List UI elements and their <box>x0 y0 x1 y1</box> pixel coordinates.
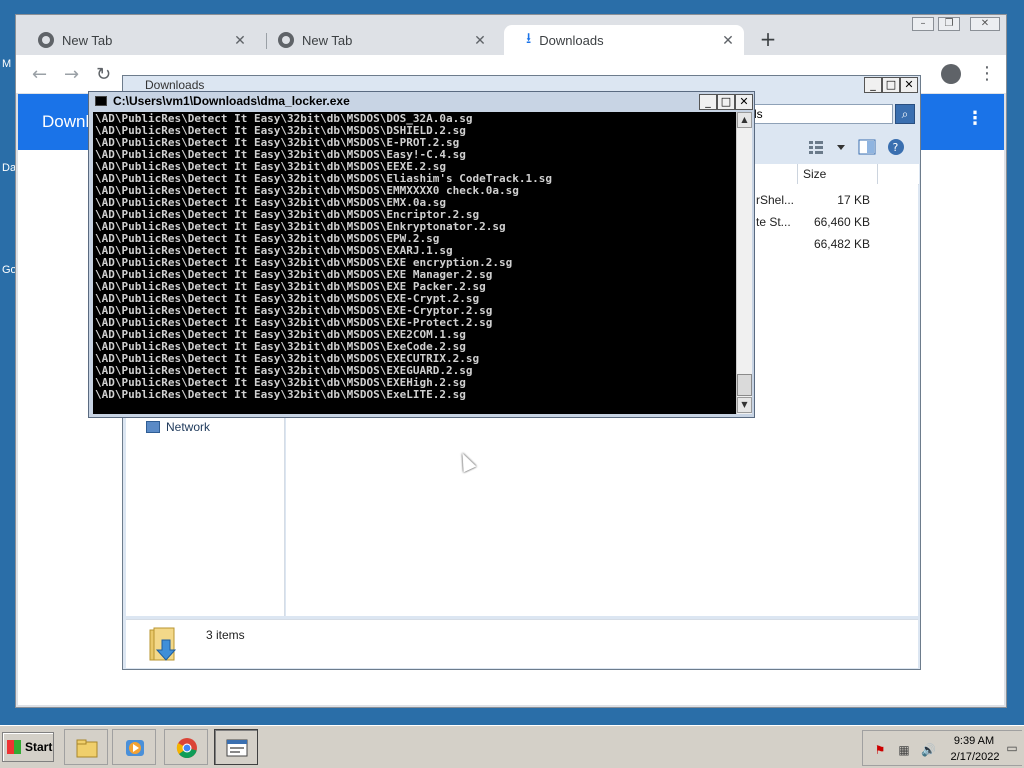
profile-avatar-icon[interactable] <box>941 64 961 84</box>
maximize-button[interactable]: □ <box>717 94 735 110</box>
taskbar: Start ⚑ ▦ 🔊 9:39 AM 2/17/2022 ▭ <box>0 725 1024 768</box>
file-row[interactable]: rShel... 17 KB <box>756 190 918 210</box>
download-icon: ⭳ <box>526 29 532 47</box>
close-button[interactable]: ✕ <box>735 94 753 110</box>
file-row[interactable]: 66,482 KB <box>756 234 918 254</box>
start-button[interactable]: Start <box>2 732 54 762</box>
svg-text:?: ? <box>893 141 899 154</box>
back-arrow-icon[interactable]: ← <box>32 64 47 85</box>
preview-pane-icon[interactable] <box>858 139 876 155</box>
system-tray: ⚑ ▦ 🔊 9:39 AM 2/17/2022 ▭ <box>862 730 1022 766</box>
network-icon[interactable]: ▦ <box>897 743 911 757</box>
minimize-button[interactable]: _ <box>699 94 717 110</box>
tab-downloads[interactable]: ⭳ Downloads ✕ <box>504 25 744 55</box>
show-desktop-icon[interactable]: ▭ <box>1005 741 1019 755</box>
search-input[interactable]: ds <box>743 104 893 124</box>
details-pane: 3 items <box>126 619 918 668</box>
nav-item-network[interactable]: Network <box>146 420 210 434</box>
chrome-favicon-icon <box>38 32 54 48</box>
file-size: 66,482 KB <box>813 237 870 251</box>
tab-label: Downloads <box>539 32 604 48</box>
chrome-favicon-icon <box>278 32 294 48</box>
item-count: 3 items <box>206 628 245 642</box>
taskbar-file-explorer[interactable] <box>64 729 108 765</box>
scroll-up-icon[interactable]: ▲ <box>737 112 752 128</box>
volume-icon[interactable]: 🔊 <box>921 743 936 757</box>
reload-icon[interactable]: ↻ <box>96 64 111 85</box>
tab-new-tab[interactable]: New Tab ✕ <box>16 25 256 55</box>
file-name: rShel... <box>756 193 795 207</box>
file-name: te St... <box>756 215 791 229</box>
console-output[interactable]: \AD\PublicRes\Detect It Easy\32bit\db\MS… <box>93 112 736 414</box>
taskbar-console[interactable] <box>214 729 258 765</box>
column-header-row: Size <box>753 164 919 185</box>
scroll-down-icon[interactable]: ▼ <box>737 397 752 413</box>
view-options-icon[interactable] <box>809 141 823 154</box>
console-window: C:\Users\vm1\Downloads\dma_locker.exe _ … <box>88 91 755 418</box>
scroll-thumb[interactable] <box>737 374 752 396</box>
downloads-folder-icon <box>149 627 177 661</box>
nav-item-label: Network <box>166 420 211 434</box>
start-label: Start <box>25 740 53 754</box>
console-text: \AD\PublicRes\Detect It Easy\32bit\db\MS… <box>95 113 552 401</box>
action-center-flag-icon[interactable]: ⚑ <box>873 743 887 757</box>
windows-logo-icon <box>7 740 21 754</box>
close-tab-icon[interactable]: ✕ <box>720 32 736 49</box>
explorer-view-toolbar: ? <box>807 136 917 158</box>
tab-label: New Tab <box>62 32 113 48</box>
chrome-menu-icon[interactable]: ⋮ <box>978 63 996 84</box>
scrollbar[interactable]: ▲ ▼ <box>736 112 752 414</box>
column-header-size[interactable]: Size <box>803 167 826 181</box>
media-player-icon <box>126 740 144 756</box>
minimize-button[interactable]: _ <box>864 77 882 93</box>
downloads-menu-icon[interactable]: ⋮ <box>966 108 984 129</box>
tab-label: New Tab <box>302 32 353 48</box>
file-size: 17 KB <box>837 193 870 207</box>
help-icon[interactable]: ? <box>888 139 904 155</box>
file-explorer-icon <box>76 739 98 758</box>
desktop-icon-label: M <box>2 58 12 70</box>
clock-time[interactable]: 9:39 AM <box>951 735 997 747</box>
close-tab-icon[interactable]: ✕ <box>472 32 488 49</box>
search-icon[interactable]: ⌕ <box>895 104 915 124</box>
network-icon <box>146 421 160 433</box>
maximize-button[interactable]: □ <box>882 77 900 93</box>
minimize-button[interactable]: – <box>912 17 934 31</box>
file-row[interactable]: te St... 66,460 KB <box>756 212 918 232</box>
new-tab-button[interactable]: + <box>756 28 780 52</box>
explorer-title: Downloads <box>145 78 205 92</box>
maximize-button[interactable]: ❐ <box>938 17 960 31</box>
clock-date[interactable]: 2/17/2022 <box>949 751 1001 763</box>
chevron-down-icon <box>837 145 845 150</box>
close-tab-icon[interactable]: ✕ <box>232 32 248 49</box>
taskbar-media-player[interactable] <box>112 729 156 765</box>
chrome-icon <box>176 738 197 759</box>
console-window-icon <box>226 739 248 757</box>
tab-new-tab[interactable]: New Tab ✕ <box>256 25 496 55</box>
close-button[interactable]: ✕ <box>970 17 1000 31</box>
close-button[interactable]: ✕ <box>900 77 918 93</box>
taskbar-chrome[interactable] <box>164 729 208 765</box>
console-title: C:\Users\vm1\Downloads\dma_locker.exe <box>113 94 350 108</box>
forward-arrow-icon[interactable]: → <box>64 64 79 85</box>
desktop-icon-label: Da <box>2 162 17 174</box>
console-window-icon <box>95 96 107 106</box>
file-size: 66,460 KB <box>813 215 870 229</box>
